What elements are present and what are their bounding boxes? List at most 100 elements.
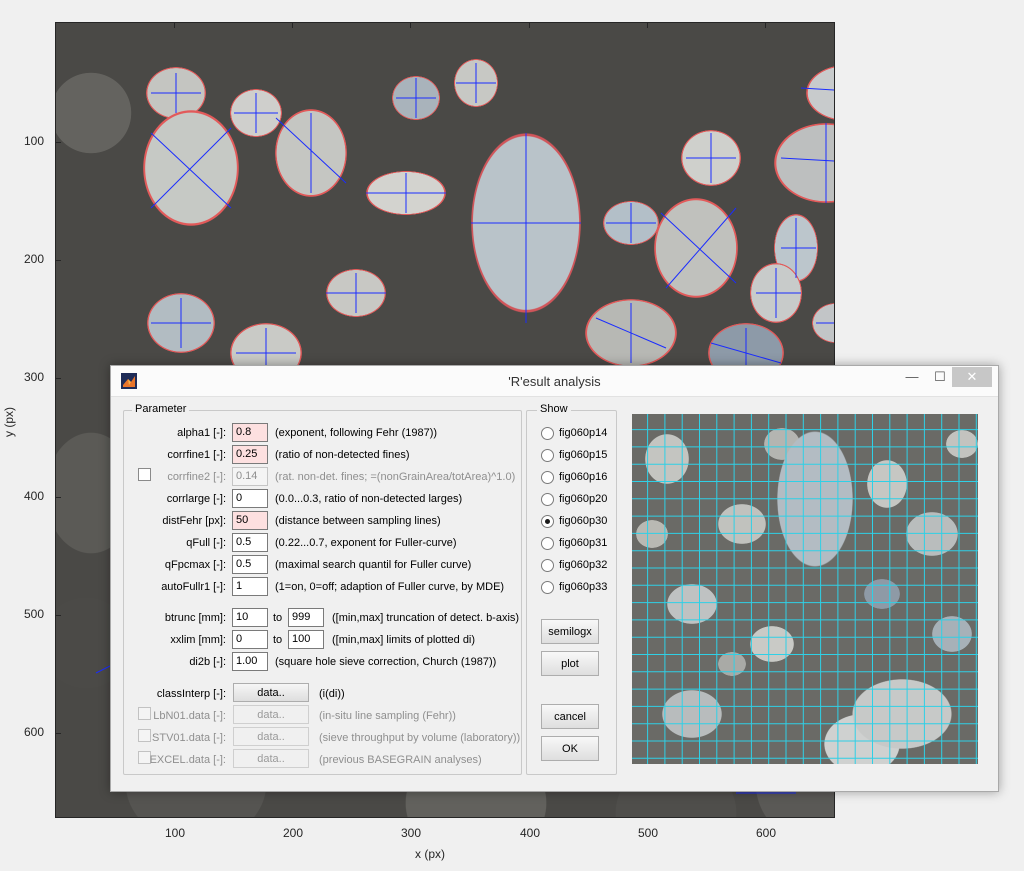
lbn01-label: LbN01.data [-]:	[153, 710, 226, 722]
radio-label: fig060p30	[559, 515, 608, 527]
xxlim-to-label: to	[273, 634, 283, 646]
radio-button[interactable]	[541, 537, 554, 550]
qfpcmax-label: qFpcmax [-]:	[164, 559, 226, 571]
btrunc-min-field[interactable]: 10	[232, 608, 268, 627]
plot-button[interactable]: plot	[541, 651, 599, 676]
btrunc-max-field[interactable]: 999	[288, 608, 324, 627]
radio-button[interactable]	[541, 493, 554, 506]
autofullr1-field[interactable]: 1	[232, 577, 268, 596]
grain-axis-line	[150, 127, 232, 209]
corrlarge-label: corrlarge [-]:	[166, 493, 226, 505]
lbn01-description: (in-situ line sampling (Fehr))	[319, 710, 456, 722]
corrfine2-field[interactable]: 0.14	[232, 467, 268, 486]
xxlim-min-field[interactable]: 0	[232, 630, 268, 649]
radio-label: fig060p33	[559, 581, 608, 593]
radio-label: fig060p20	[559, 493, 608, 505]
sampling-grid-lines	[632, 414, 978, 764]
y-tick-label: 200	[23, 252, 44, 266]
y-tick-label: 500	[23, 607, 44, 621]
alpha1-description: (exponent, following Fehr (1987))	[275, 427, 438, 439]
distfehr-description: (distance between sampling lines)	[275, 515, 441, 527]
btrunc-to-label: to	[273, 612, 283, 624]
radio-label: fig060p16	[559, 471, 608, 483]
x-axis-label: x (px)	[415, 847, 445, 861]
xxlim-label: xxlim [mm]:	[170, 634, 226, 646]
cancel-button[interactable]: cancel	[541, 704, 599, 729]
y-tick-label: 600	[23, 725, 44, 739]
distfehr-label: distFehr [px]:	[162, 515, 226, 527]
radio-button[interactable]	[541, 449, 554, 462]
x-tick-mark	[292, 22, 293, 28]
radio-label: fig060p31	[559, 537, 608, 549]
radio-button[interactable]	[541, 471, 554, 484]
corrfine2-label: corrfine2 [-]:	[167, 471, 226, 483]
qfpcmax-description: (maximal search quantil for Fuller curve…	[275, 559, 472, 571]
grain-axis-line	[665, 207, 737, 289]
excel-label: EXCEL.data [-]:	[149, 754, 226, 766]
classinterp-data-button[interactable]: data..	[233, 683, 309, 702]
corrlarge-description: (0.0...0.3, ratio of non-detected larges…	[275, 493, 463, 505]
corrfine2-description: (rat. non-det. fines; =(nonGrainArea/tot…	[275, 471, 516, 483]
y-tick-mark	[55, 142, 61, 143]
y-tick-mark	[55, 497, 61, 498]
classinterp-label: classInterp [-]:	[156, 688, 226, 700]
excel-description: (previous BASEGRAIN analyses)	[319, 754, 482, 766]
show-legend: Show	[537, 403, 571, 415]
corrfine1-label: corrfine1 [-]:	[167, 449, 226, 461]
di2b-description: (square hole sieve correction, Church (1…	[275, 656, 497, 668]
maximize-button[interactable]: ☐	[926, 367, 954, 387]
x-tick-mark	[174, 22, 175, 28]
radio-button-selected[interactable]	[541, 515, 554, 528]
radio-label: fig060p14	[559, 427, 608, 439]
y-tick-mark	[55, 378, 61, 379]
btrunc-label: btrunc [mm]:	[164, 612, 226, 624]
corrfine1-description: (ratio of non-detected fines)	[275, 449, 410, 461]
minimize-button[interactable]: —	[898, 367, 926, 387]
y-tick-label: 400	[23, 489, 44, 503]
x-tick-label: 200	[282, 826, 304, 840]
title-bar[interactable]: 'R'esult analysis — ☐ ✕	[111, 366, 998, 397]
semilogx-button[interactable]: semilogx	[541, 619, 599, 644]
radio-button[interactable]	[541, 581, 554, 594]
qfpcmax-field[interactable]: 0.5	[232, 555, 268, 574]
x-tick-mark	[529, 22, 530, 28]
qfull-description: (0.22...0.7, exponent for Fuller-curve)	[275, 537, 457, 549]
alpha1-field[interactable]: 0.8	[232, 423, 268, 442]
di2b-field[interactable]: 1.00	[232, 652, 268, 671]
x-tick-label: 600	[755, 826, 777, 840]
autofullr1-description: (1=on, 0=off; adaption of Fuller curve, …	[275, 581, 505, 593]
lbn01-data-button[interactable]: data..	[233, 705, 309, 724]
classinterp-description: (i(di))	[319, 688, 345, 700]
stv01-description: (sieve throughput by volume (laboratory)…	[319, 732, 521, 744]
y-tick-label: 100	[23, 134, 44, 148]
qfull-field[interactable]: 0.5	[232, 533, 268, 552]
xxlim-max-field[interactable]: 100	[288, 630, 324, 649]
grain-axis-line	[800, 87, 834, 91]
x-tick-label: 500	[637, 826, 659, 840]
close-button[interactable]: ✕	[952, 367, 992, 387]
result-analysis-dialog: 'R'esult analysis — ☐ ✕ Parameter alpha1…	[110, 365, 999, 792]
corrfine1-field[interactable]: 0.25	[232, 445, 268, 464]
corrlarge-field[interactable]: 0	[232, 489, 268, 508]
y-axis-label: y (px)	[2, 407, 16, 437]
x-tick-mark	[410, 22, 411, 28]
x-tick-label: 400	[519, 826, 541, 840]
distfehr-field[interactable]: 50	[232, 511, 268, 530]
parameter-legend: Parameter	[132, 403, 190, 415]
radio-button[interactable]	[541, 427, 554, 440]
excel-data-button[interactable]: data..	[233, 749, 309, 768]
y-tick-label: 300	[23, 370, 44, 384]
window-title: 'R'esult analysis	[508, 374, 601, 389]
y-tick-mark	[55, 615, 61, 616]
di2b-label: di2b [-]:	[189, 656, 226, 668]
alpha1-label: alpha1 [-]:	[177, 427, 226, 439]
radio-button[interactable]	[541, 559, 554, 572]
sampling-grid-preview	[632, 414, 978, 764]
grain-axis-line	[150, 132, 232, 209]
radio-label: fig060p15	[559, 449, 608, 461]
ok-button[interactable]: OK	[541, 736, 599, 761]
grain-axis-line	[660, 212, 737, 284]
y-tick-mark	[55, 733, 61, 734]
x-tick-mark	[765, 22, 766, 28]
stv01-data-button[interactable]: data..	[233, 727, 309, 746]
